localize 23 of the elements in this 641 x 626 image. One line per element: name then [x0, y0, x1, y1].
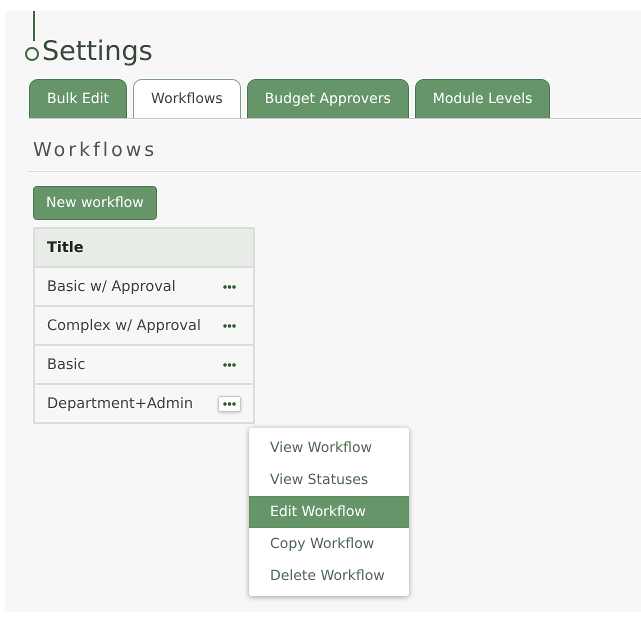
timeline-node-icon — [25, 47, 39, 61]
tab[interactable]: Budget Approvers — [246, 79, 409, 118]
new-workflow-button[interactable]: New workflow — [33, 186, 157, 220]
table-cell: Basic — [47, 356, 86, 372]
tab[interactable]: Module Levels — [414, 79, 550, 118]
table-cell: Basic w/ Approval — [47, 278, 176, 294]
column-header: Title — [34, 228, 254, 267]
menu-item[interactable]: Copy Workflow — [249, 528, 409, 560]
tab[interactable]: Workflows — [133, 79, 241, 118]
ellipsis-icon — [223, 284, 236, 288]
section-heading: Workflows — [33, 139, 158, 161]
ellipsis-icon — [223, 324, 236, 328]
menu-item[interactable]: Delete Workflow — [249, 560, 409, 592]
ellipsis-icon — [223, 402, 236, 406]
menu-item[interactable]: View Statuses — [249, 464, 409, 496]
page-title: Settings — [42, 35, 153, 69]
menu-item[interactable]: View Workflow — [249, 432, 409, 464]
more-options-button[interactable] — [218, 396, 241, 412]
tab[interactable]: Bulk Edit — [29, 79, 128, 118]
table-cell: Department+Admin — [47, 396, 194, 412]
ellipsis-icon — [223, 362, 236, 366]
menu-item[interactable]: Edit Workflow — [249, 496, 409, 528]
table-cell: Complex w/ Approval — [47, 318, 201, 334]
